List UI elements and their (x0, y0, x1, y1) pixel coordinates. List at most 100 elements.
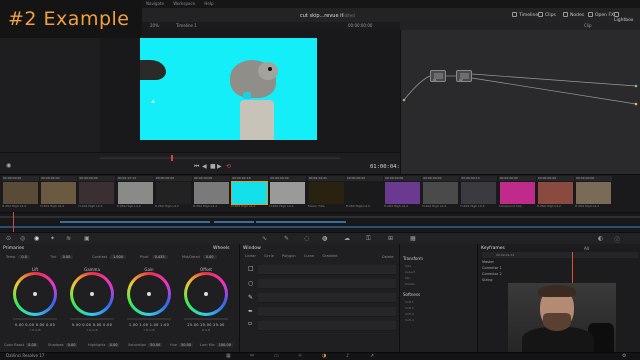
edit-page-icon[interactable]: ▭ (274, 353, 279, 359)
clip-thumbnail[interactable]: 00:00:02:18 H.264 High L4.2 (231, 176, 269, 209)
skip-back-icon[interactable]: ⏮ (194, 163, 199, 171)
tracker-icon[interactable]: ◍ (322, 235, 327, 242)
softness-2[interactable]: Soft 2 (405, 306, 414, 310)
timeline-toggle-button[interactable]: Timeline (512, 12, 538, 18)
gain-puck[interactable] (147, 292, 151, 296)
timeline-clip-segment[interactable] (256, 221, 346, 223)
media-page-icon[interactable]: ▦ (226, 353, 231, 359)
play-icon[interactable]: ▶ (217, 163, 222, 170)
circle-window-icon[interactable]: ○ (248, 280, 253, 287)
key-icon[interactable]: ⚿ (366, 235, 371, 243)
clip-thumbnail[interactable]: 00:00:00:00 H.264 High L4.2 (269, 176, 307, 209)
color-warper-icon[interactable]: ⊙ (6, 235, 11, 242)
contrast-field[interactable]: Contrast 1.000 (92, 255, 126, 259)
settings-icon[interactable]: ⚙ (622, 353, 626, 359)
node-02[interactable]: 02 (456, 70, 472, 82)
clip-thumbnail[interactable]: 00:00:00:00 H.264 High L4.2 (78, 176, 116, 209)
timeline-name[interactable]: Timeline 1 (176, 23, 197, 28)
lum-mix-field[interactable]: Lum Mix 100.00 (200, 343, 233, 347)
polygon-window-button[interactable]: Polygon (282, 254, 296, 258)
sizing-icon[interactable]: ⊞ (388, 235, 393, 242)
window-row[interactable] (258, 307, 396, 317)
window-row[interactable] (258, 279, 396, 289)
lift-wheel[interactable] (13, 272, 57, 316)
fairlight-page-icon[interactable]: ♪ (346, 353, 349, 359)
softness-1[interactable]: Soft 1 (405, 300, 414, 304)
zoom-level[interactable]: 20% (150, 23, 159, 28)
gain-master-slider[interactable] (127, 318, 171, 320)
tint-field[interactable]: Tint 0.00 (50, 255, 74, 259)
rgb-mixer-icon[interactable]: ◎ (20, 235, 25, 242)
scopes-icon[interactable]: ◐ (598, 235, 603, 242)
pen-window-icon[interactable]: ✎ (248, 294, 253, 301)
wheels-mode[interactable]: Wheels (213, 246, 229, 251)
blur-icon[interactable]: ☁ (344, 235, 350, 242)
window-row[interactable] (258, 321, 396, 331)
clip-thumbnail[interactable]: 00:00:00:00 H.264 High L4.2 (345, 176, 383, 209)
transform-aspect[interactable]: Aspect (405, 270, 415, 274)
nodes-toggle-button[interactable]: Nodes (563, 12, 584, 18)
keyframes-ruler[interactable]: 00:00:04:14 (482, 252, 638, 258)
clip-thumbnail[interactable]: 00:00:00:00 H.264 High L4.2 (536, 176, 574, 209)
circle-window-button[interactable]: Circle (264, 254, 274, 258)
viewer-mode-icon[interactable]: ◉ (6, 162, 11, 169)
kf-row-master[interactable]: Master (482, 260, 494, 264)
gamma-wheel[interactable] (70, 272, 114, 316)
clip-thumbnail[interactable]: 00:00:12:13 H.264 High L4.2 (116, 176, 154, 209)
clip-thumbnail[interactable]: 00:00:00:00 H.264 High L4.2 (193, 176, 230, 209)
temp-field[interactable]: Temp 0.0 (6, 255, 30, 259)
transform-rotate[interactable]: Rotate (405, 282, 415, 286)
color-page-icon[interactable]: ◑ (322, 353, 326, 359)
node-mode-label[interactable]: Clip (584, 23, 592, 28)
saturation-field[interactable]: Saturation 50.00 (128, 343, 163, 347)
kf-row-corrector-2[interactable]: Corrector 2 (482, 272, 502, 276)
gamma-puck[interactable] (90, 292, 94, 296)
stop-icon[interactable]: ■ (210, 163, 216, 170)
kf-row-sizing[interactable]: Sizing (482, 278, 492, 282)
curve-window-button[interactable]: Curve (304, 254, 314, 258)
shadows-field[interactable]: Shadows 0.00 (48, 343, 78, 347)
offset-master-slider[interactable] (184, 318, 228, 320)
node-01[interactable]: 01 (430, 70, 446, 82)
clip-thumbnail[interactable]: 00:00:14:21 Fusion Title (307, 176, 345, 209)
linear-window-button[interactable]: Linear (245, 254, 256, 258)
play-reverse-icon[interactable]: ◀ (202, 163, 207, 170)
clip-thumbnail[interactable]: 00:00:00:13 H.264 High L4.2 (460, 176, 498, 209)
scrub-playhead[interactable] (171, 155, 173, 161)
openfx-toggle-button[interactable]: Open FX (588, 12, 614, 18)
offset-wheel[interactable] (184, 272, 228, 316)
offset-values[interactable]: 25.00 25.00 25.00 (181, 323, 231, 327)
highlights-field[interactable]: Highlights 0.00 (88, 343, 120, 347)
timeline-audio-segment[interactable] (0, 226, 640, 228)
info-icon[interactable]: ⓘ (614, 235, 620, 244)
color-boost-field[interactable]: Color Boost 0.00 (4, 343, 38, 347)
clip-thumbnail[interactable]: 00:00:00:00 Compound Clip (498, 176, 536, 209)
gain-wheel[interactable] (127, 272, 171, 316)
clips-toggle-button[interactable]: Clips (538, 12, 556, 18)
lift-puck[interactable] (33, 292, 37, 296)
gradient-window-button[interactable]: Gradient (322, 254, 337, 258)
scrub-bar[interactable] (100, 157, 340, 159)
lift-master-slider[interactable] (13, 318, 57, 320)
gain-values[interactable]: 1.00 1.00 1.00 1.00 (124, 323, 174, 327)
clip-thumbnail[interactable]: 00:00:00:00 H.264 High L4.2 (575, 176, 612, 209)
video-frame[interactable] (140, 38, 317, 140)
square-window-icon[interactable]: □ (248, 265, 254, 272)
deliver-page-icon[interactable]: ➚ (370, 353, 374, 359)
keyframes-filter[interactable]: All (584, 246, 589, 251)
loop-icon[interactable]: ⟲ (226, 163, 231, 170)
pivot-field[interactable]: Pivot 0.435 (140, 255, 168, 259)
transform-pan[interactable]: Pan (405, 276, 410, 280)
3d-icon[interactable]: ▦ (410, 235, 416, 242)
hdr-icon[interactable]: ✦ (50, 235, 55, 242)
hue-field[interactable]: Hue 50.00 (170, 343, 194, 347)
menu-workspace[interactable]: Workspace (173, 1, 195, 6)
window-row[interactable] (258, 265, 396, 275)
fusion-page-icon[interactable]: ✧ (298, 353, 302, 359)
gamma-values[interactable]: 0.00 0.00 0.00 0.00 (67, 323, 117, 327)
gradient-window-icon[interactable]: ▫ (248, 320, 252, 327)
camera-raw-icon[interactable]: ▣ (84, 235, 90, 242)
curve-window-icon[interactable]: ✒ (248, 308, 253, 315)
lift-values[interactable]: 0.00 0.00 0.00 0.00 (10, 323, 60, 327)
clip-thumbnail[interactable]: 00:00:00:00 H.264 High L4.2 (422, 176, 460, 209)
